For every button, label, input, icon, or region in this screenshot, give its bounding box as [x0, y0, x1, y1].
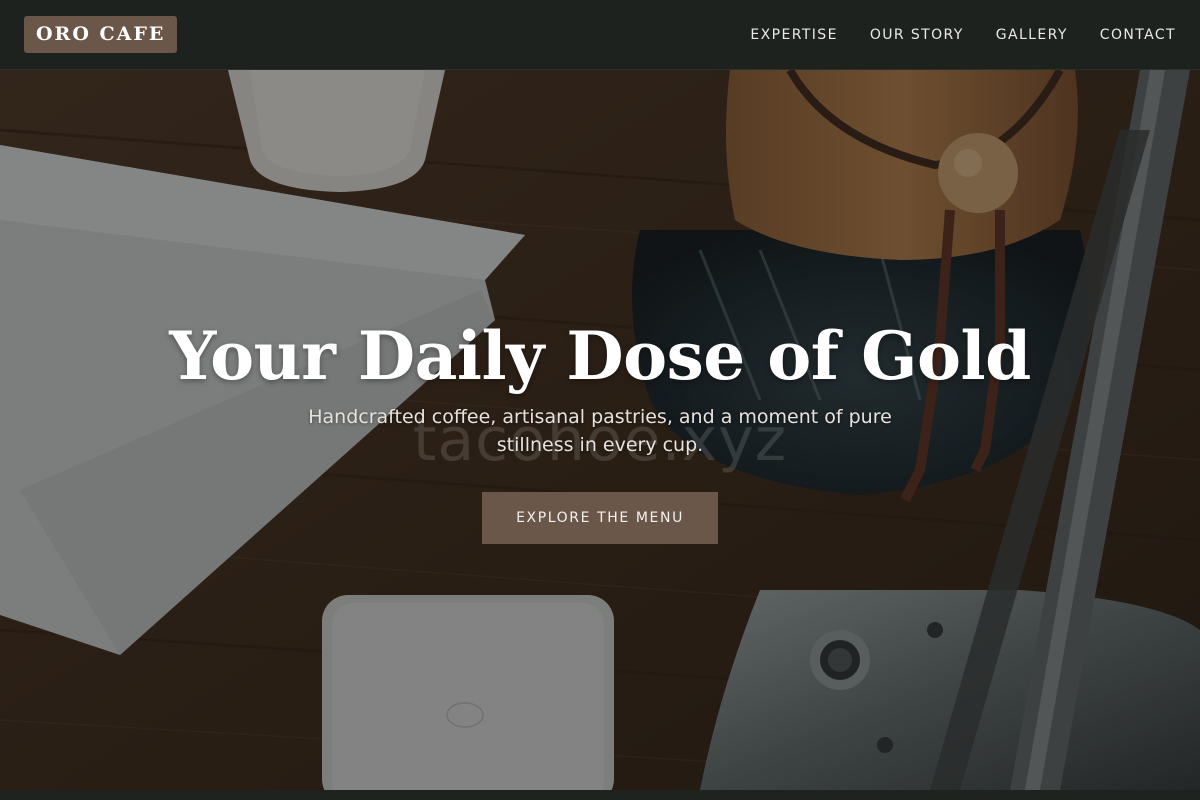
nav-link-expertise[interactable]: EXPERTISE: [750, 27, 837, 43]
nav-link-our-story[interactable]: OUR STORY: [870, 27, 964, 43]
page-footer-edge: [0, 790, 1200, 800]
navbar: ORO CAFE EXPERTISE OUR STORY GALLERY CON…: [0, 0, 1200, 70]
nav-menu: EXPERTISE OUR STORY GALLERY CONTACT: [750, 27, 1176, 43]
nav-link-contact[interactable]: CONTACT: [1100, 27, 1176, 43]
explore-menu-button[interactable]: EXPLORE THE MENU: [482, 492, 718, 544]
page: ORO CAFE EXPERTISE OUR STORY GALLERY CON…: [0, 0, 1200, 800]
logo[interactable]: ORO CAFE: [24, 16, 178, 53]
nav-link-gallery[interactable]: GALLERY: [996, 27, 1068, 43]
hero-section: Your Daily Dose of Gold tacohoe.xyz Hand…: [0, 70, 1200, 790]
hero-content: Your Daily Dose of Gold tacohoe.xyz Hand…: [0, 70, 1200, 790]
hero-title: Your Daily Dose of Gold: [169, 317, 1031, 395]
hero-subtitle: Handcrafted coffee, artisanal pastries, …: [308, 406, 892, 456]
